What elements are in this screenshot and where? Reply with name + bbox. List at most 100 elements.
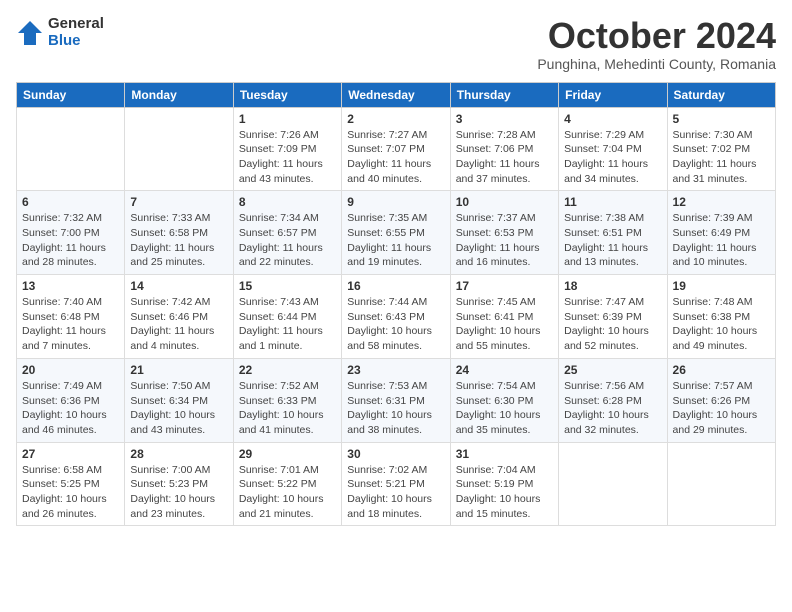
calendar-cell: 25Sunrise: 7:56 AM Sunset: 6:28 PM Dayli…	[559, 358, 667, 442]
day-number: 15	[239, 279, 336, 293]
title-section: October 2024 Punghina, Mehedinti County,…	[537, 16, 776, 72]
day-info: Sunrise: 7:39 AM Sunset: 6:49 PM Dayligh…	[673, 211, 770, 270]
day-info: Sunrise: 7:48 AM Sunset: 6:38 PM Dayligh…	[673, 295, 770, 354]
calendar-cell: 13 Sunrise: 7:40 AM Sunset: 6:48 PM Dayli…	[17, 275, 125, 359]
day-info: Sunrise: 7:54 AM Sunset: 6:30 PM Dayligh…	[456, 379, 553, 438]
calendar-cell: 4 Sunrise: 7:29 AM Sunset: 7:04 PM Daylig…	[559, 107, 667, 191]
day-info: Sunrise: 7:04 AM Sunset: 5:19 PM Dayligh…	[456, 463, 553, 522]
calendar-cell: 10 Sunrise: 7:37 AM Sunset: 6:53 PM Dayli…	[450, 191, 558, 275]
calendar-cell: 9Sunrise: 7:35 AM Sunset: 6:55 PM Daylig…	[342, 191, 450, 275]
day-number: 23	[347, 363, 444, 377]
location-subtitle: Punghina, Mehedinti County, Romania	[537, 56, 776, 72]
day-info: Sunrise: 7:52 AM Sunset: 6:33 PM Dayligh…	[239, 379, 336, 438]
day-number: 24	[456, 363, 553, 377]
day-number: 11	[564, 195, 661, 209]
calendar-cell: 12 Sunrise: 7:39 AM Sunset: 6:49 PM Dayli…	[667, 191, 775, 275]
weekday-header-thursday: Thursday	[450, 82, 558, 107]
calendar-cell: 31 Sunrise: 7:04 AM Sunset: 5:19 PM Dayli…	[450, 442, 558, 526]
calendar-table: SundayMondayTuesdayWednesdayThursdayFrid…	[16, 82, 776, 527]
calendar-cell	[125, 107, 233, 191]
day-info: Sunrise: 7:49 AM Sunset: 6:36 PM Dayligh…	[22, 379, 119, 438]
calendar-cell: 29 Sunrise: 7:01 AM Sunset: 5:22 PM Dayli…	[233, 442, 341, 526]
calendar-cell	[559, 442, 667, 526]
calendar-cell: 3 Sunrise: 7:28 AM Sunset: 7:06 PM Daylig…	[450, 107, 558, 191]
calendar-week-row: 6 Sunrise: 7:32 AM Sunset: 7:00 PM Daylig…	[17, 191, 776, 275]
day-number: 13	[22, 279, 119, 293]
day-number: 4	[564, 112, 661, 126]
day-number: 26	[673, 363, 770, 377]
day-info: Sunrise: 7:37 AM Sunset: 6:53 PM Dayligh…	[456, 211, 553, 270]
day-number: 20	[22, 363, 119, 377]
calendar-cell: 26 Sunrise: 7:57 AM Sunset: 6:26 PM Dayli…	[667, 358, 775, 442]
calendar-cell: 1Sunrise: 7:26 AM Sunset: 7:09 PM Daylig…	[233, 107, 341, 191]
day-number: 30	[347, 447, 444, 461]
day-info: Sunrise: 7:29 AM Sunset: 7:04 PM Dayligh…	[564, 128, 661, 187]
day-number: 1	[239, 112, 336, 126]
calendar-cell: 22Sunrise: 7:52 AM Sunset: 6:33 PM Dayli…	[233, 358, 341, 442]
day-info: Sunrise: 7:38 AM Sunset: 6:51 PM Dayligh…	[564, 211, 661, 270]
day-info: Sunrise: 7:50 AM Sunset: 6:34 PM Dayligh…	[130, 379, 227, 438]
calendar-cell: 7Sunrise: 7:33 AM Sunset: 6:58 PM Daylig…	[125, 191, 233, 275]
day-number: 14	[130, 279, 227, 293]
logo: General Blue	[16, 16, 104, 49]
day-number: 12	[673, 195, 770, 209]
calendar-cell: 14 Sunrise: 7:42 AM Sunset: 6:46 PM Dayli…	[125, 275, 233, 359]
calendar-cell: 20 Sunrise: 7:49 AM Sunset: 6:36 PM Dayli…	[17, 358, 125, 442]
calendar-cell: 6 Sunrise: 7:32 AM Sunset: 7:00 PM Daylig…	[17, 191, 125, 275]
day-number: 31	[456, 447, 553, 461]
day-info: Sunrise: 7:28 AM Sunset: 7:06 PM Dayligh…	[456, 128, 553, 187]
calendar-cell: 18Sunrise: 7:47 AM Sunset: 6:39 PM Dayli…	[559, 275, 667, 359]
weekday-header-sunday: Sunday	[17, 82, 125, 107]
logo-text: General Blue	[48, 16, 104, 49]
weekday-header-monday: Monday	[125, 82, 233, 107]
weekday-header-tuesday: Tuesday	[233, 82, 341, 107]
day-info: Sunrise: 6:58 AM Sunset: 5:25 PM Dayligh…	[22, 463, 119, 522]
day-info: Sunrise: 7:43 AM Sunset: 6:44 PM Dayligh…	[239, 295, 336, 354]
calendar-cell: 8Sunrise: 7:34 AM Sunset: 6:57 PM Daylig…	[233, 191, 341, 275]
calendar-week-row: 13 Sunrise: 7:40 AM Sunset: 6:48 PM Dayli…	[17, 275, 776, 359]
day-info: Sunrise: 7:53 AM Sunset: 6:31 PM Dayligh…	[347, 379, 444, 438]
day-number: 28	[130, 447, 227, 461]
calendar-cell	[667, 442, 775, 526]
day-number: 19	[673, 279, 770, 293]
calendar-cell: 5Sunrise: 7:30 AM Sunset: 7:02 PM Daylig…	[667, 107, 775, 191]
day-info: Sunrise: 7:33 AM Sunset: 6:58 PM Dayligh…	[130, 211, 227, 270]
weekday-header-friday: Friday	[559, 82, 667, 107]
day-info: Sunrise: 7:42 AM Sunset: 6:46 PM Dayligh…	[130, 295, 227, 354]
day-number: 6	[22, 195, 119, 209]
day-info: Sunrise: 7:02 AM Sunset: 5:21 PM Dayligh…	[347, 463, 444, 522]
day-info: Sunrise: 7:30 AM Sunset: 7:02 PM Dayligh…	[673, 128, 770, 187]
day-number: 16	[347, 279, 444, 293]
day-info: Sunrise: 7:40 AM Sunset: 6:48 PM Dayligh…	[22, 295, 119, 354]
day-info: Sunrise: 7:00 AM Sunset: 5:23 PM Dayligh…	[130, 463, 227, 522]
day-info: Sunrise: 7:27 AM Sunset: 7:07 PM Dayligh…	[347, 128, 444, 187]
calendar-week-row: 27Sunrise: 6:58 AM Sunset: 5:25 PM Dayli…	[17, 442, 776, 526]
weekday-header-wednesday: Wednesday	[342, 82, 450, 107]
calendar-cell: 28 Sunrise: 7:00 AM Sunset: 5:23 PM Dayli…	[125, 442, 233, 526]
calendar-week-row: 20 Sunrise: 7:49 AM Sunset: 6:36 PM Dayli…	[17, 358, 776, 442]
day-info: Sunrise: 7:32 AM Sunset: 7:00 PM Dayligh…	[22, 211, 119, 270]
logo-general: General	[48, 16, 104, 33]
logo-blue: Blue	[48, 33, 104, 50]
calendar-cell: 30 Sunrise: 7:02 AM Sunset: 5:21 PM Dayli…	[342, 442, 450, 526]
day-number: 17	[456, 279, 553, 293]
day-number: 10	[456, 195, 553, 209]
month-title: October 2024	[537, 16, 776, 56]
day-info: Sunrise: 7:01 AM Sunset: 5:22 PM Dayligh…	[239, 463, 336, 522]
calendar-header-row: SundayMondayTuesdayWednesdayThursdayFrid…	[17, 82, 776, 107]
day-number: 3	[456, 112, 553, 126]
day-number: 2	[347, 112, 444, 126]
calendar-cell: 24 Sunrise: 7:54 AM Sunset: 6:30 PM Dayli…	[450, 358, 558, 442]
calendar-cell: 16Sunrise: 7:44 AM Sunset: 6:43 PM Dayli…	[342, 275, 450, 359]
calendar-cell: 15 Sunrise: 7:43 AM Sunset: 6:44 PM Dayli…	[233, 275, 341, 359]
calendar-cell	[17, 107, 125, 191]
day-number: 18	[564, 279, 661, 293]
calendar-cell: 2 Sunrise: 7:27 AM Sunset: 7:07 PM Daylig…	[342, 107, 450, 191]
day-number: 29	[239, 447, 336, 461]
day-number: 9	[347, 195, 444, 209]
logo-icon	[16, 19, 44, 47]
calendar-cell: 17Sunrise: 7:45 AM Sunset: 6:41 PM Dayli…	[450, 275, 558, 359]
day-info: Sunrise: 7:57 AM Sunset: 6:26 PM Dayligh…	[673, 379, 770, 438]
calendar-cell: 21Sunrise: 7:50 AM Sunset: 6:34 PM Dayli…	[125, 358, 233, 442]
day-number: 25	[564, 363, 661, 377]
